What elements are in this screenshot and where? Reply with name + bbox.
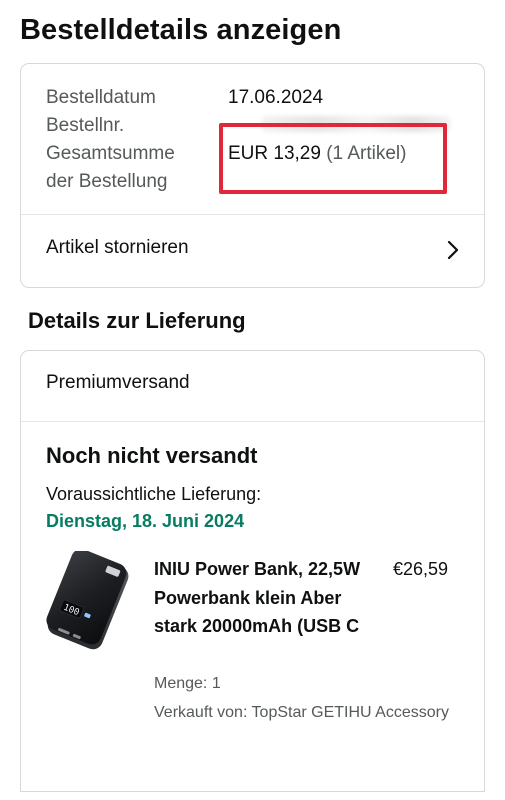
cancel-items-label: Artikel stornieren [46, 237, 189, 258]
delivery-section-title: Details zur Lieferung [28, 308, 246, 333]
divider [21, 421, 484, 422]
shipping-speed: Premiumversand [46, 372, 190, 393]
delivery-card: Premiumversand Noch nicht versandt Vorau… [20, 350, 485, 792]
power-bank-product-image[interactable]: 100 [41, 551, 136, 651]
order-date-value: 17.06.2024 [228, 87, 324, 108]
order-total-label-line1: Gesamtsumme [46, 143, 175, 164]
product-title-link[interactable]: INIU Power Bank, 22,5W Powerbank klein A… [154, 555, 364, 641]
cancel-items-row[interactable]: Artikel stornieren [21, 214, 484, 284]
order-number-label: Bestellnr. [46, 115, 125, 136]
total-highlight-box [219, 123, 447, 194]
page-title: Bestelldetails anzeigen [20, 14, 342, 46]
order-total-label: Gesamtsumme der Bestellung [46, 140, 175, 196]
product-seller: Verkauft von: TopStar GETIHU Accessory [154, 704, 449, 721]
order-summary-card: Bestelldatum 17.06.2024 Bestellnr. Gesam… [20, 63, 485, 288]
chevron-right-icon [447, 240, 459, 260]
eta-date: Dienstag, 18. Juni 2024 [46, 511, 245, 531]
order-date-label: Bestelldatum [46, 87, 156, 108]
product-quantity: Menge: 1 [154, 675, 221, 692]
order-total-label-line2: der Bestellung [46, 171, 168, 192]
shipment-status: Noch nicht versandt [46, 443, 258, 468]
eta-label: Voraussichtliche Lieferung: [46, 484, 262, 504]
product-price: €26,59 [393, 559, 449, 579]
